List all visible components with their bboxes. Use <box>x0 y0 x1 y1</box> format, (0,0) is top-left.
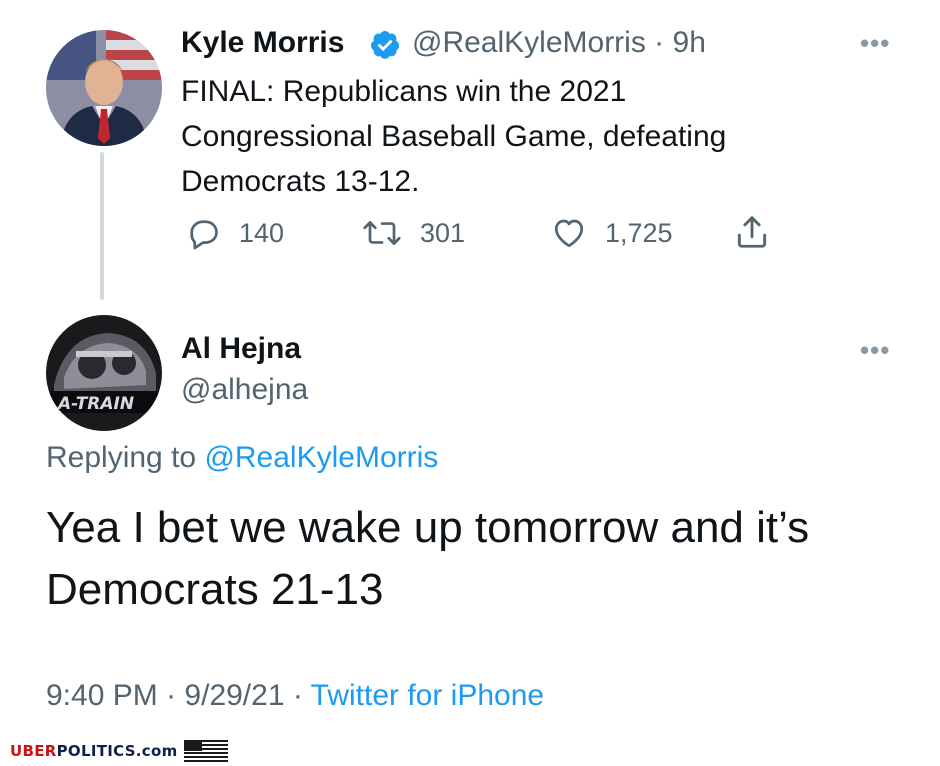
reply-author-name[interactable]: Al Hejna <box>181 332 301 366</box>
tweet-more-options-icon[interactable]: ••• <box>860 28 890 59</box>
like-action-button[interactable]: 1,725 <box>551 215 673 251</box>
tweet-author-handle[interactable]: @RealKyleMorris <box>412 26 646 59</box>
retweet-icon <box>362 215 402 251</box>
tweet-thread: Kyle Morris @RealKyleMorris · 9h ••• FIN… <box>0 0 940 766</box>
tweet-author-name[interactable]: Kyle Morris <box>181 26 344 60</box>
share-action-button[interactable] <box>733 213 789 251</box>
reply-author-handle[interactable]: @alhejna <box>181 373 308 407</box>
tweet-text-line: FINAL: Republicans win the 2021 <box>181 75 627 108</box>
reply-text-line: Yea I bet we wake up tomorrow and it’s <box>46 503 810 552</box>
replying-to-line: Replying to @RealKyleMorris <box>46 441 438 475</box>
share-icon <box>733 213 771 251</box>
kyle-morris-avatar[interactable] <box>46 30 162 146</box>
verified-badge-icon <box>371 31 400 59</box>
tweet-time-ago[interactable]: 9h <box>673 26 706 59</box>
tweet-text: FINAL: Republicans win the 2021 Congress… <box>181 69 861 204</box>
avatar-a-train-text: A-TRAIN <box>56 394 134 414</box>
reply-source-link[interactable]: Twitter for iPhone <box>311 679 544 712</box>
replying-to-label: Replying to <box>46 441 197 474</box>
meta-separator: · <box>292 679 303 712</box>
reply-text: Yea I bet we wake up tomorrow and it’s D… <box>46 497 906 621</box>
time-separator: · <box>645 26 673 59</box>
tweet-author-handle-row: @RealKyleMorris · 9h <box>412 26 706 60</box>
reply-more-options-icon[interactable]: ••• <box>860 335 890 366</box>
us-flag-icon <box>183 740 228 762</box>
retweet-action-button[interactable]: 301 <box>362 215 465 251</box>
reply-date[interactable]: 9/29/21 <box>184 679 284 712</box>
heart-icon <box>551 215 587 251</box>
tweet-text-line: Democrats 13-12. <box>181 165 420 198</box>
site-watermark: UBERPOLITICS.com <box>10 740 228 762</box>
al-hejna-avatar[interactable]: A-TRAIN <box>46 315 162 431</box>
retweet-count: 301 <box>420 217 466 248</box>
like-count: 1,725 <box>605 217 673 248</box>
reply-time[interactable]: 9:40 PM <box>46 679 158 712</box>
tweet-text-line: Congressional Baseball Game, defeating <box>181 120 727 153</box>
thread-connector-line <box>100 152 104 300</box>
reply-metadata: 9:40 PM · 9/29/21 · Twitter for iPhone <box>46 679 544 713</box>
replying-to-mention-link[interactable]: @RealKyleMorris <box>204 441 438 474</box>
reply-text-line: Democrats 21-13 <box>46 565 384 614</box>
meta-separator: · <box>166 679 177 712</box>
reply-icon <box>185 215 221 251</box>
reply-count: 140 <box>239 217 285 248</box>
reply-action-button[interactable]: 140 <box>185 215 284 251</box>
uberpolitics-logo: UBERPOLITICS.com <box>10 742 178 760</box>
